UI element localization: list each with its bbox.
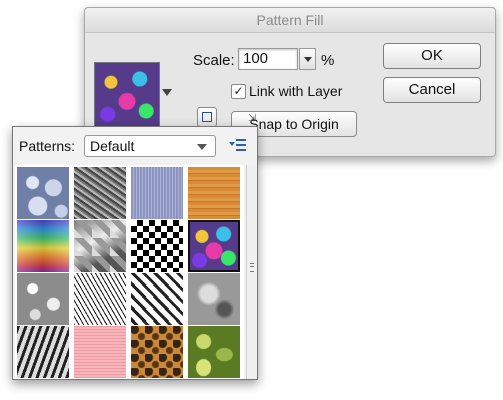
- pattern-tile-leopard[interactable]: [131, 326, 183, 378]
- new-preset-icon: [202, 112, 212, 122]
- pattern-swatch-preview[interactable]: [94, 62, 160, 128]
- menu-triangle: [229, 142, 235, 146]
- pattern-tile-rainbow[interactable]: [17, 220, 69, 272]
- pattern-dropdown-arrow-icon[interactable]: [162, 89, 172, 96]
- pattern-tile-psychedelic[interactable]: [188, 220, 240, 272]
- scale-dropdown-button[interactable]: [299, 48, 316, 70]
- resize-cursor-icon: ⇲: [248, 113, 257, 124]
- pattern-tile-crumpled-paper[interactable]: [74, 220, 126, 272]
- pattern-tile-pink-fabric[interactable]: [74, 326, 126, 378]
- ok-button[interactable]: OK: [383, 43, 481, 69]
- pattern-grid: [15, 165, 244, 379]
- new-preset-button[interactable]: [197, 107, 217, 127]
- scale-unit: %: [321, 52, 335, 69]
- pattern-tile-zebra[interactable]: [17, 326, 69, 378]
- pattern-tile-gray-marble[interactable]: [188, 273, 240, 325]
- pattern-tile-scribbles[interactable]: [74, 273, 126, 325]
- pattern-set-value: Default: [90, 138, 135, 154]
- cancel-button[interactable]: Cancel: [383, 77, 481, 103]
- pattern-tile-herringbone[interactable]: [131, 273, 183, 325]
- pattern-tile-blobs[interactable]: [17, 273, 69, 325]
- pattern-picker-panel: Patterns: Default: [12, 126, 258, 380]
- pattern-tile-leaves[interactable]: [188, 326, 240, 378]
- pattern-tile-checkerboard[interactable]: [131, 220, 183, 272]
- scale-label: Scale:: [193, 52, 235, 69]
- menu-line: [236, 139, 246, 141]
- dialog-title: Pattern Fill: [85, 8, 495, 33]
- pattern-tile-gravel[interactable]: [74, 167, 126, 219]
- link-with-layer-label: Link with Layer: [249, 83, 343, 99]
- menu-line: [236, 149, 246, 151]
- pattern-tile-blue-denim[interactable]: [131, 167, 183, 219]
- link-with-layer-checkbox[interactable]: ✓: [231, 84, 246, 99]
- pattern-scrollbar[interactable]: [246, 165, 257, 379]
- menu-line: [236, 144, 246, 146]
- patterns-label: Patterns:: [19, 138, 76, 154]
- pattern-tile-bubbles[interactable]: [17, 167, 69, 219]
- pattern-set-select[interactable]: Default: [84, 135, 216, 157]
- resize-grip-icon[interactable]: [250, 263, 254, 272]
- panel-menu-icon[interactable]: [229, 137, 247, 153]
- scale-input[interactable]: 100: [238, 48, 298, 70]
- chevron-down-icon: [197, 144, 207, 150]
- pattern-tile-wood[interactable]: [188, 167, 240, 219]
